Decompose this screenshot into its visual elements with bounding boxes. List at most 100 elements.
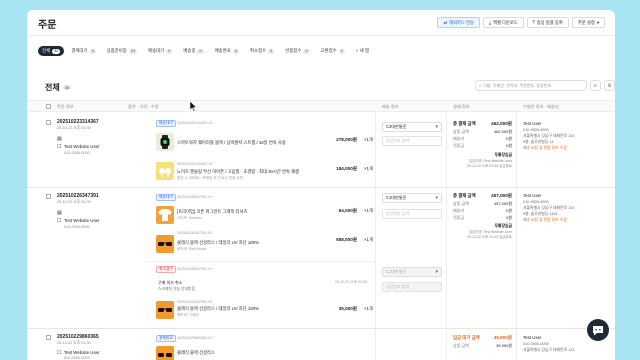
sunglasses-thumbnail bbox=[156, 346, 174, 360]
list-count: 30 bbox=[62, 85, 72, 90]
tab-pending-payment[interactable]: 결제대기 3 bbox=[67, 46, 99, 56]
tab-new[interactable]: + 새 탭 bbox=[352, 46, 373, 56]
item-qty: ×1개 bbox=[364, 208, 373, 213]
invoice-input[interactable]: 송장번호 입력 bbox=[382, 209, 442, 219]
payment-title: 입금 대기 금액 bbox=[453, 335, 480, 340]
item-qty: ×1개 bbox=[364, 137, 373, 142]
status-badge: 배송대기 bbox=[156, 120, 176, 127]
mouse-cursor-icon bbox=[190, 101, 197, 112]
bulk-invoice-button[interactable]: ⤒ 송장 일괄 등록 bbox=[526, 17, 569, 28]
customer-phone: 010-0000-0000 bbox=[64, 151, 90, 155]
tab-count: 30 bbox=[52, 48, 61, 54]
recipient-phone: 010-9834-4500 bbox=[523, 128, 549, 132]
tab-preparing[interactable]: 상품준비중 23 bbox=[103, 46, 141, 56]
payment-title: 총 결제 금액 bbox=[453, 193, 476, 198]
select-all-checkbox[interactable] bbox=[46, 104, 51, 109]
row-divider bbox=[27, 187, 615, 188]
user-icon: ☐ bbox=[57, 350, 62, 356]
courier-select[interactable]: CJ대한통운 ▾ bbox=[382, 193, 442, 203]
order-date: 25-10-22 오후 01:00 bbox=[57, 200, 91, 204]
item-name[interactable]: 클래식 블랙 선글라스 bbox=[177, 350, 215, 356]
tab-exchange[interactable]: 교환접수 0 bbox=[317, 46, 349, 56]
overseas-card-button[interactable]: ⇄ 해외카드 연동 bbox=[437, 17, 480, 28]
chat-support-button[interactable] bbox=[587, 319, 609, 341]
item-name[interactable]: 노이즈 캔슬링 무선 이어폰 / 고음질 · 초경량 · 최대 30시간 연속 … bbox=[177, 169, 299, 175]
tab-count: 0 bbox=[197, 48, 204, 54]
settings-button[interactable]: ⚙ bbox=[604, 80, 615, 91]
item-id: 202510226347391-01 bbox=[177, 195, 213, 199]
payment-total: 462,000원 bbox=[491, 121, 512, 126]
receipt-icon: ▤ bbox=[57, 136, 62, 142]
item-price: 64,000원 bbox=[338, 208, 357, 213]
upload-icon: ⤒ bbox=[532, 20, 535, 25]
search-input[interactable]: ⌕ 이름, 이메일, 연락처, 주문번호, 송장번호 bbox=[475, 80, 587, 91]
item-name[interactable]: 클래식 블랙 선글라스 / 데일리 UV 차단 100% bbox=[177, 306, 259, 312]
item-id: 2025102201414D7-01 bbox=[177, 121, 213, 125]
order-settings-button[interactable]: 주문 설정 ▾ bbox=[571, 17, 605, 28]
status-badge: 배송대기 bbox=[156, 194, 176, 201]
filter-button[interactable]: ≡ bbox=[590, 80, 601, 91]
item-name[interactable]: 스마트워치 웨어러블 블랙 / 심박센서 스트랩 / 10일 연속 사용 bbox=[177, 140, 286, 146]
row-checkbox[interactable] bbox=[46, 194, 51, 199]
edit-delivery-link[interactable]: 배송 요청 및 반품 정보 수정 bbox=[523, 218, 567, 223]
row-checkbox[interactable] bbox=[46, 120, 51, 125]
tab-count: 0 bbox=[303, 48, 310, 54]
tab-return[interactable]: 반품접수 0 bbox=[281, 46, 313, 56]
recipient-name: Test User bbox=[523, 121, 542, 126]
item-option: 렌즈색: 그레이 bbox=[177, 313, 199, 317]
cancel-date: 25-10-22 오후 02:00 bbox=[335, 280, 367, 284]
gear-icon: ⚙ bbox=[607, 82, 612, 89]
item-name[interactable]: 클래식 블랙 선글라스 / 데일리 UV 차단 100% bbox=[177, 240, 259, 246]
recipient-address: 서울특별시 강남구 테헤란로 123 bbox=[523, 206, 575, 210]
recipient-name: Test User bbox=[523, 335, 542, 340]
tab-all[interactable]: 전체 30 bbox=[38, 46, 65, 56]
excel-download-button[interactable]: ⤓ 엑셀 다운로드 bbox=[482, 17, 524, 28]
item-price: 558,000원 bbox=[336, 237, 357, 242]
orders-window: 주문 ⇄ 해외카드 연동 ⤓ 엑셀 다운로드 ⤒ 송장 일괄 등록 주문 설정 ▾ 전체… bbox=[27, 10, 615, 360]
column-divider bbox=[446, 112, 447, 360]
receipt-icon: ▤ bbox=[57, 210, 62, 216]
item-option: 렌즈색: Soft Brown bbox=[177, 247, 207, 251]
item-name[interactable]: [프리미엄] 코튼 피그먼트 그래픽 티셔츠 bbox=[177, 209, 247, 215]
tab-delivered[interactable]: 배송완료 0 bbox=[211, 46, 243, 56]
courier-select[interactable]: CJ대한통운 ▾ bbox=[382, 122, 442, 132]
invoice-input[interactable]: 송장번호 입력 bbox=[382, 136, 442, 146]
recipient-phone: 010-9834-4500 bbox=[523, 200, 549, 204]
chat-icon bbox=[593, 325, 603, 335]
status-badge: 결제완료 bbox=[156, 335, 176, 342]
order-number[interactable]: 202510229860365 bbox=[57, 334, 99, 340]
tab-cancel[interactable]: 취소접수 0 bbox=[246, 46, 278, 56]
list-heading: 전체 30 bbox=[45, 83, 72, 92]
item-qty: ×1개 bbox=[364, 237, 373, 242]
recipient-address-detail: 5층, 솔루션빌딩 1451 bbox=[523, 212, 558, 216]
chevron-down-icon: ▾ bbox=[435, 195, 438, 201]
smartwatch-thumbnail bbox=[156, 133, 174, 151]
tab-count: 0 bbox=[268, 48, 275, 54]
tab-shipping[interactable]: 배송중 0 bbox=[179, 46, 207, 56]
customer-phone: 010-0000-0000 bbox=[64, 356, 90, 360]
payment-method: 무통장입금 bbox=[494, 153, 512, 157]
tab-count: 0 bbox=[338, 48, 345, 54]
item-id: 202510229860365-01 bbox=[177, 336, 213, 340]
earphones-thumbnail bbox=[156, 162, 174, 180]
order-number[interactable]: 202510223314367 bbox=[57, 119, 99, 125]
search-icon: ⌕ bbox=[479, 83, 482, 88]
cancel-id: 202510226347391-01 bbox=[177, 267, 213, 271]
tab-count: 0 bbox=[166, 48, 173, 54]
item-price: 184,000원 bbox=[336, 166, 357, 171]
courier-select-disabled: CJ대한통운 ▾ bbox=[382, 267, 442, 277]
tab-ready-to-ship[interactable]: 배송대기 0 bbox=[144, 46, 176, 56]
row-checkbox[interactable] bbox=[46, 335, 51, 340]
invoice-input-disabled: 송장번호 입력 bbox=[382, 282, 442, 292]
user-icon: ☐ bbox=[57, 144, 62, 150]
column-divider bbox=[375, 112, 376, 360]
swap-icon: ⇄ bbox=[443, 19, 448, 25]
table-header: 주문 정보 품목 · 가격 · 수량 배송 정보 결제 정보 수령인 정보 · … bbox=[27, 100, 615, 112]
item-id: 2025102201414D7-02 bbox=[177, 162, 213, 166]
edit-delivery-link[interactable]: 배송 요청 및 반품 정보 수정 bbox=[523, 146, 567, 151]
filter-icon: ≡ bbox=[594, 82, 597, 89]
order-date: 25-10-22 오후 01:00 bbox=[57, 126, 91, 130]
cancel-reason: 구매 의사 취소 bbox=[158, 280, 183, 285]
order-number[interactable]: 202510226347391 bbox=[57, 193, 99, 199]
customer-name: Test Website User bbox=[64, 144, 100, 149]
